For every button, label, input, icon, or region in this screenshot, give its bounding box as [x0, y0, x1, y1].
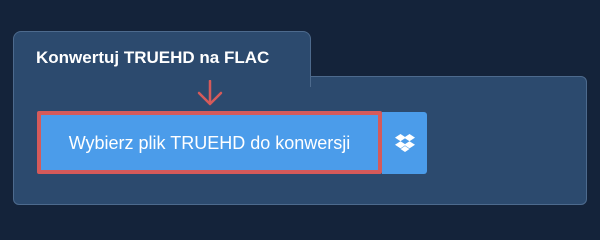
dropbox-icon — [394, 134, 415, 152]
choose-file-button[interactable]: Wybierz plik TRUEHD do konwersji — [37, 111, 382, 174]
dropbox-button[interactable] — [382, 112, 427, 174]
converter-tab: Konwertuj TRUEHD na FLAC — [13, 31, 311, 87]
arrow-down-icon — [197, 80, 223, 106]
choose-file-label: Wybierz plik TRUEHD do konwersji — [68, 133, 351, 153]
converter-title: Konwertuj TRUEHD na FLAC — [36, 48, 270, 67]
